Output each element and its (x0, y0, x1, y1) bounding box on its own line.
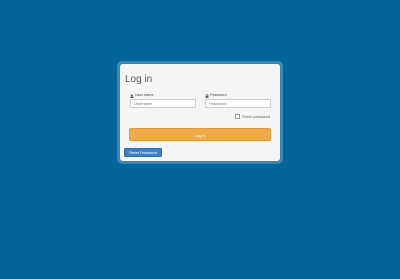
login-dialog: Log in User name Password Sho (120, 64, 280, 161)
username-input[interactable] (130, 99, 196, 108)
reset-password-button[interactable]: Reset Password (124, 148, 162, 157)
password-label: Password (205, 93, 227, 98)
lock-icon (205, 93, 209, 98)
show-password-toggle[interactable]: Show password (235, 114, 270, 119)
page-title: Log in (125, 74, 153, 85)
username-label: User name (130, 93, 154, 98)
password-input[interactable] (205, 99, 271, 108)
login-dialog-frame: Log in User name Password Sho (117, 61, 283, 164)
show-password-checkbox[interactable] (235, 114, 240, 119)
login-button[interactable]: Log in (129, 128, 271, 141)
show-password-label: Show password (242, 114, 271, 119)
user-icon (130, 93, 134, 98)
username-label-text: User name (135, 93, 154, 97)
password-label-text: Password (210, 93, 227, 97)
